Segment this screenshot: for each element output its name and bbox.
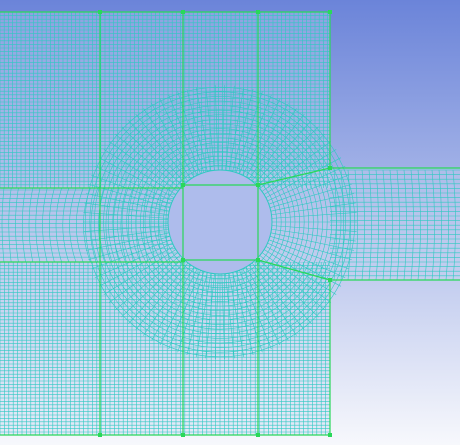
mesh-canvas[interactable]	[0, 0, 460, 445]
block-vertex	[328, 166, 332, 170]
block-vertex	[181, 433, 185, 437]
block-vertex	[256, 183, 260, 187]
block-vertex	[98, 10, 102, 14]
block-vertex	[98, 433, 102, 437]
block-vertex	[256, 433, 260, 437]
block-vertex	[256, 258, 260, 262]
block-vertex	[328, 10, 332, 14]
lower-block-fill	[0, 262, 330, 435]
upper-block-fill	[0, 12, 330, 188]
block-vertex	[328, 278, 332, 282]
block-vertex	[181, 258, 185, 262]
block-vertex	[256, 10, 260, 14]
mesh-viewport[interactable]	[0, 0, 460, 445]
block-vertex	[181, 10, 185, 14]
block-vertex	[328, 433, 332, 437]
block-vertex	[181, 183, 185, 187]
